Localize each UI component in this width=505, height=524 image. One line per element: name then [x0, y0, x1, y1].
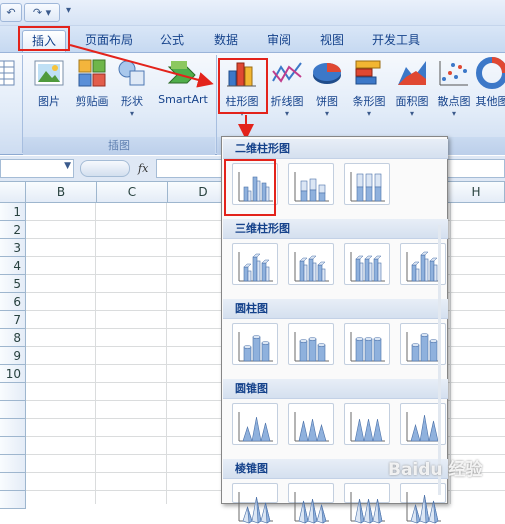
chart-subtype-3d-3[interactable] [344, 243, 390, 285]
chart-subtype-cyl-1[interactable] [232, 323, 278, 365]
chart-subtype-icon [294, 412, 329, 442]
chart-subtype-icon [294, 332, 329, 362]
chart-subtype-pyr-2[interactable] [288, 483, 334, 524]
section-2d-column: 二维柱形图 [223, 139, 448, 159]
chart-subtype-pyr-3[interactable] [344, 483, 390, 524]
chart-subtype-cone-1[interactable] [232, 403, 278, 445]
chart-subtype-2d-1[interactable] [232, 163, 278, 205]
chart-subtype-icon [350, 172, 385, 202]
chart-subtype-icon [350, 412, 385, 442]
section-3d-column: 三维柱形图 [223, 219, 448, 239]
chart-subtype-2d-3[interactable] [344, 163, 390, 205]
watermark-text: Baidu 经验 [388, 460, 483, 480]
chart-subtype-icon [350, 252, 385, 282]
chart-subtype-2d-2[interactable] [288, 163, 334, 205]
chart-subtype-cone-2[interactable] [288, 403, 334, 445]
chart-subtype-icon [238, 332, 273, 362]
arrow-to-column-chart [69, 44, 214, 88]
chart-subtype-icon [294, 172, 329, 202]
chart-subtype-icon [350, 332, 385, 362]
chart-subtype-icon [238, 492, 273, 524]
chart-subtype-icon [238, 252, 273, 282]
column-chart-gallery: 二维柱形图 三维柱形图 圆柱图 圆锥图 棱锥图 [221, 136, 448, 524]
chart-subtype-icon [350, 492, 385, 524]
chart-subtype-pyr-1[interactable] [232, 483, 278, 524]
section-cone: 圆锥图 [223, 379, 448, 399]
chart-subtype-cyl-3[interactable] [344, 323, 390, 365]
chart-subtype-icon [238, 172, 273, 202]
chart-subtype-icon [294, 252, 329, 282]
chart-subtype-cyl-2[interactable] [288, 323, 334, 365]
chart-subtype-icon [294, 492, 329, 524]
chart-subtype-3d-1[interactable] [232, 243, 278, 285]
chart-subtype-3d-2[interactable] [288, 243, 334, 285]
chart-subtype-icon [238, 412, 273, 442]
section-cylinder: 圆柱图 [223, 299, 448, 319]
chart-subtype-cone-3[interactable] [344, 403, 390, 445]
